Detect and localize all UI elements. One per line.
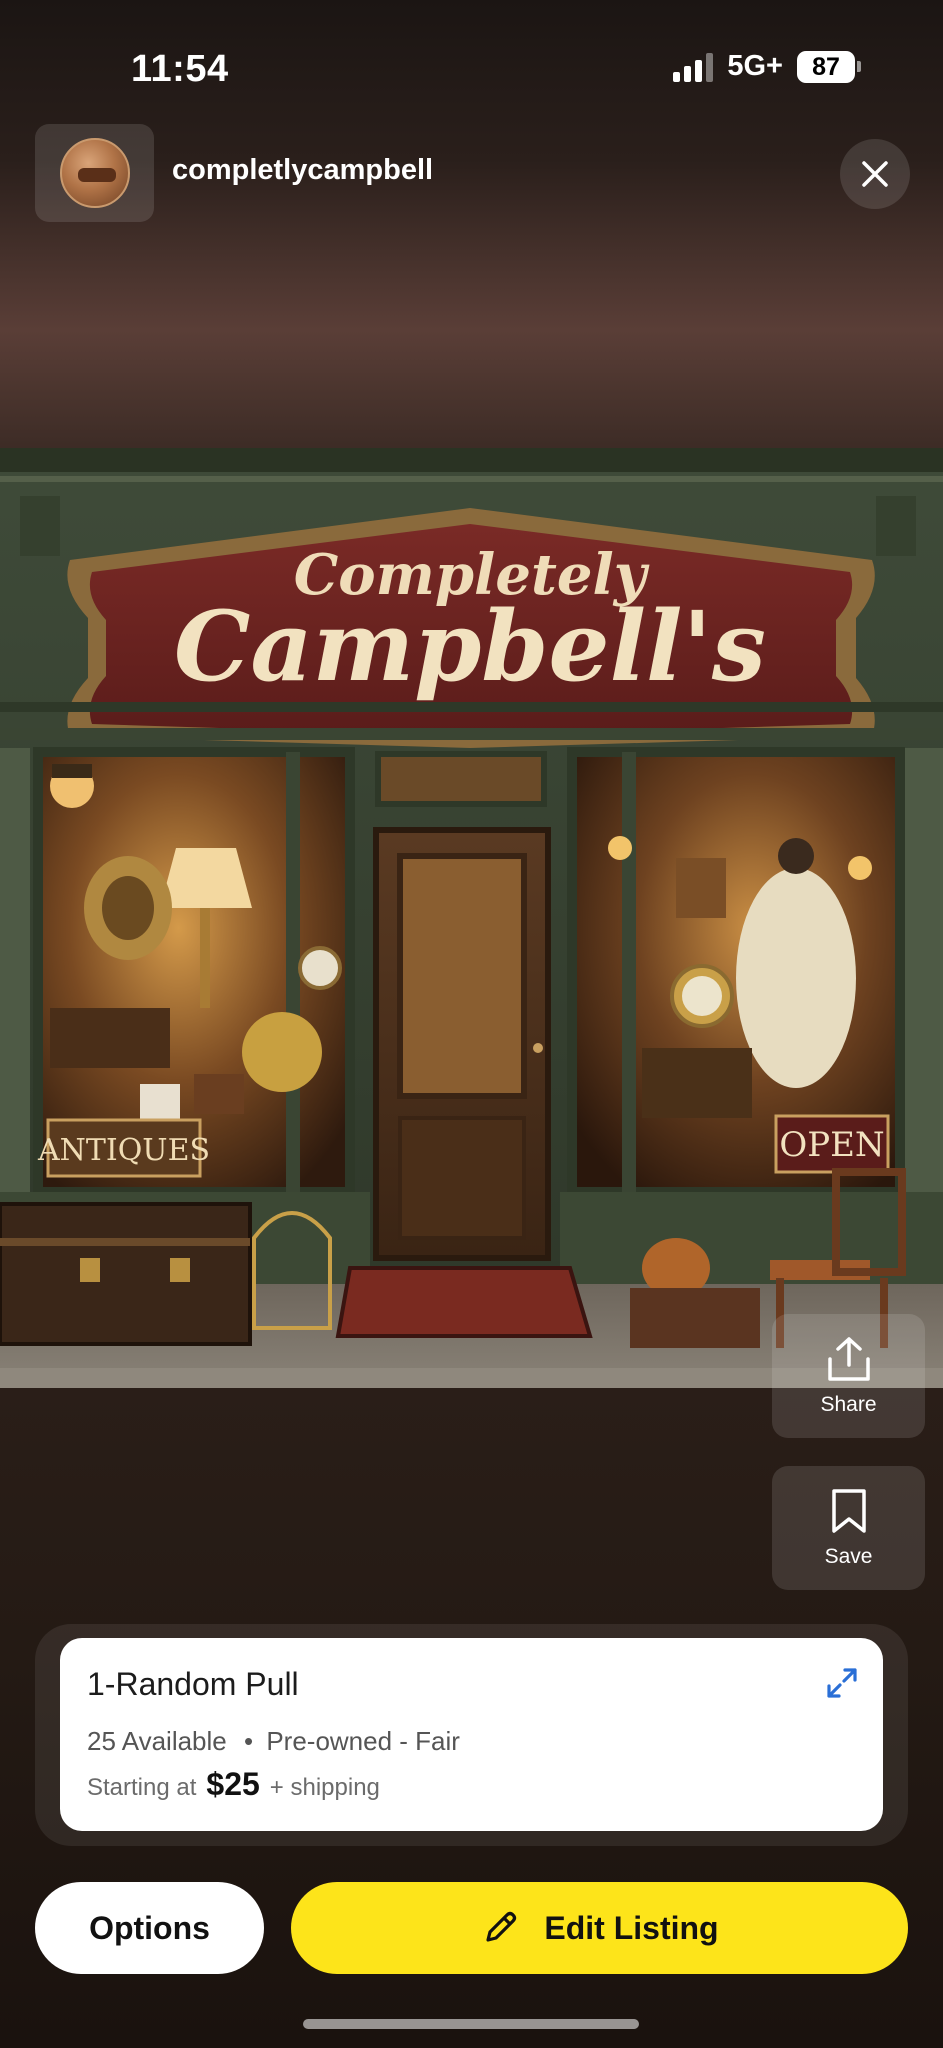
save-label: Save [824, 1545, 873, 1568]
shipping-label: + shipping [269, 1774, 380, 1801]
listing-card[interactable]: 1-Random Pull 25 Available • Pre-owned -… [60, 1638, 883, 1831]
shop-avatar-button[interactable] [35, 124, 154, 222]
share-label: Share [820, 1393, 877, 1416]
close-button[interactable] [840, 139, 910, 209]
antiques-sign: ANTIQUES [37, 1133, 210, 1168]
status-time: 11:54 [131, 48, 229, 90]
signal-icon [673, 52, 714, 82]
listing-meta: 25 Available • Pre-owned - Fair [87, 1726, 460, 1757]
edit-listing-button[interactable]: Edit Listing [291, 1882, 908, 1974]
price-row: Starting at $25 + shipping [87, 1766, 380, 1803]
save-button[interactable]: Save [772, 1466, 925, 1590]
battery-icon: 87 [797, 50, 861, 83]
edit-listing-label: Edit Listing [544, 1909, 719, 1946]
condition: Pre-owned - Fair [266, 1726, 460, 1756]
options-label: Options [89, 1909, 210, 1946]
username[interactable]: completlycampbell [172, 154, 433, 187]
home-indicator[interactable] [303, 2019, 639, 2029]
pencil-icon [486, 1911, 517, 1942]
bookmark-icon [831, 1489, 866, 1533]
share-button[interactable]: Share [772, 1314, 925, 1438]
available-count: 25 Available [87, 1726, 227, 1756]
listing-title: 1-Random Pull [87, 1666, 299, 1702]
battery-level: 87 [797, 50, 855, 83]
expand-icon [827, 1668, 857, 1698]
status-icons: 5G+ 87 [673, 50, 861, 83]
close-icon [862, 161, 888, 187]
sign-line2: Campbell's [174, 590, 766, 703]
options-button[interactable]: Options [35, 1882, 264, 1974]
open-sign: OPEN [779, 1125, 884, 1165]
starting-label: Starting at [87, 1774, 197, 1801]
network-label: 5G+ [727, 50, 783, 82]
expand-button[interactable] [825, 1666, 859, 1705]
price: $25 [206, 1766, 260, 1802]
shop-avatar-icon [59, 138, 130, 208]
share-icon [827, 1337, 870, 1381]
meta-bullet: • [243, 1726, 254, 1756]
listing-image[interactable]: Completely Campbell's ANTIQUES OPEN [0, 448, 943, 1388]
